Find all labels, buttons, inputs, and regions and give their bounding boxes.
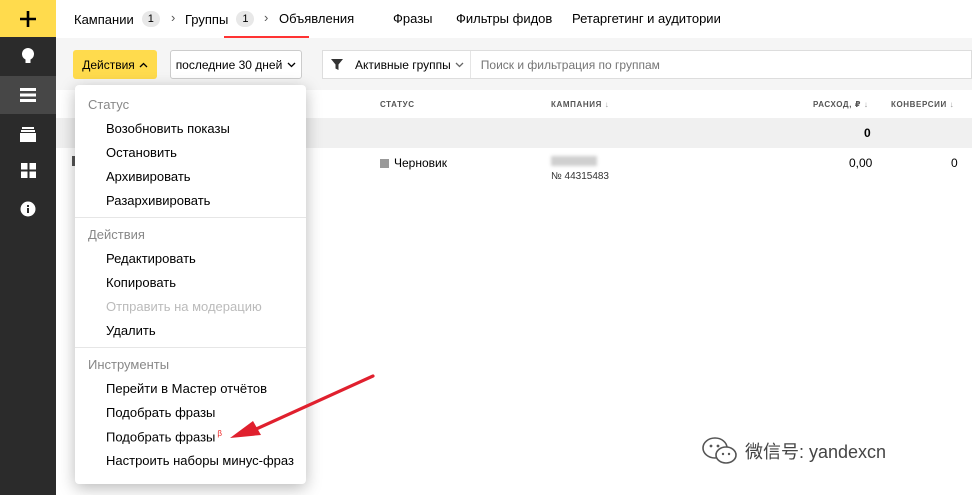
tab-campaigns[interactable]: Кампании 1: [74, 11, 160, 27]
lightbulb-icon[interactable]: [0, 42, 56, 70]
menu-icon[interactable]: [0, 76, 56, 114]
toolbar: Действия последние 30 дней Активные груп…: [56, 38, 972, 90]
layers-icon[interactable]: [0, 120, 56, 148]
menu-item-copy[interactable]: Копировать: [106, 275, 176, 290]
menu-status-header: Статус: [88, 97, 130, 112]
status-square-icon: [380, 159, 389, 168]
col-conversions-label: КОНВЕРСИИ: [891, 100, 947, 109]
chevron-right-icon: ›: [171, 10, 176, 25]
campaign-number: № 44315483: [551, 171, 609, 182]
campaign-name-blurred[interactable]: [551, 156, 597, 166]
filter-icon[interactable]: [323, 58, 351, 71]
chevron-up-icon: [139, 62, 148, 67]
menu-item-delete[interactable]: Удалить: [106, 323, 156, 338]
tab-campaigns-label: Кампании: [74, 11, 134, 27]
menu-item-stop[interactable]: Остановить: [106, 145, 177, 160]
top-nav: Кампании 1 › Группы 1 › Объявления Фразы…: [56, 0, 972, 39]
grid-icon[interactable]: [0, 156, 56, 184]
group-filter-label: Активные группы: [355, 57, 451, 72]
sort-arrow-icon: ↓: [863, 100, 869, 109]
col-spend-label: РАСХОД, ₽: [813, 100, 862, 109]
tab-phrases[interactable]: Фразы: [393, 11, 433, 26]
info-icon[interactable]: [0, 195, 56, 223]
menu-item-unarchive[interactable]: Разархивировать: [106, 193, 210, 208]
menu-item-pick-phrases-beta[interactable]: Подобрать фразы β: [106, 429, 222, 444]
tab-feed-filters[interactable]: Фильтры фидов: [456, 11, 552, 26]
tab-ads-label: Объявления: [279, 11, 355, 26]
tab-phrases-label: Фразы: [393, 11, 433, 26]
beta-badge: β: [217, 429, 222, 438]
menu-actions-header: Действия: [88, 227, 145, 242]
actions-button[interactable]: Действия: [73, 50, 157, 79]
col-campaign-label: КАМПАНИЯ: [551, 100, 602, 109]
tab-retargeting[interactable]: Ретаргетинг и аудитории: [572, 11, 721, 26]
annotation-arrow: [230, 374, 375, 438]
campaigns-count-badge: 1: [141, 11, 160, 27]
tab-groups-label: Группы: [185, 11, 229, 27]
col-conversions-header[interactable]: КОНВЕРСИИ ↓: [891, 100, 954, 109]
menu-item-resume[interactable]: Возобновить показы: [106, 121, 230, 136]
period-select-label: последние 30 дней: [175, 57, 283, 72]
menu-tools-header: Инструменты: [88, 357, 170, 372]
total-conversions: 0: [864, 126, 871, 140]
row-status-text: Черновик: [394, 156, 447, 170]
row-status: Черновик: [380, 156, 447, 170]
col-spend-header[interactable]: РАСХОД, ₽ ↓: [813, 100, 868, 109]
menu-item-pick-phrases-beta-label: Подобрать фразы: [106, 429, 216, 445]
row-spend: 0,00: [849, 156, 873, 170]
col-status-header[interactable]: СТАТУС: [380, 100, 415, 109]
group-filter-select[interactable]: Активные группы: [351, 51, 471, 78]
chevron-right-icon: ›: [264, 10, 269, 25]
wechat-icon: [702, 437, 737, 464]
tab-retargeting-label: Ретаргетинг и аудитории: [572, 11, 721, 26]
groups-count-badge: 1: [236, 11, 255, 27]
menu-divider: [75, 347, 306, 348]
search-input[interactable]: [470, 56, 971, 73]
sort-arrow-icon: ↓: [604, 100, 610, 109]
menu-item-pick-phrases[interactable]: Подобрать фразы: [106, 405, 215, 420]
col-campaign-header[interactable]: КАМПАНИЯ ↓: [551, 100, 609, 109]
add-icon[interactable]: [0, 0, 56, 37]
actions-button-label: Действия: [82, 57, 135, 72]
chevron-down-icon: [287, 62, 296, 67]
left-rail: [0, 0, 56, 495]
menu-item-send-moderation: Отправить на модерацию: [106, 299, 262, 314]
sort-arrow-icon: ↓: [949, 100, 955, 109]
tab-feed-filters-label: Фильтры фидов: [456, 11, 553, 26]
row-conversions: 0: [951, 156, 958, 170]
menu-divider: [75, 217, 306, 218]
tab-groups[interactable]: Группы 1: [185, 11, 255, 27]
chevron-down-icon: [455, 62, 464, 67]
period-select[interactable]: последние 30 дней: [170, 50, 302, 79]
menu-item-minus-phrases[interactable]: Настроить наборы минус-фраз: [106, 453, 294, 468]
filter-bar: Активные группы: [322, 50, 972, 79]
watermark: 微信号: yandexcn: [701, 436, 886, 466]
menu-item-archive[interactable]: Архивировать: [106, 169, 191, 184]
menu-item-edit[interactable]: Редактировать: [106, 251, 196, 266]
watermark-text: 微信号: yandexcn: [745, 442, 887, 462]
tab-ads[interactable]: Объявления: [279, 11, 354, 26]
